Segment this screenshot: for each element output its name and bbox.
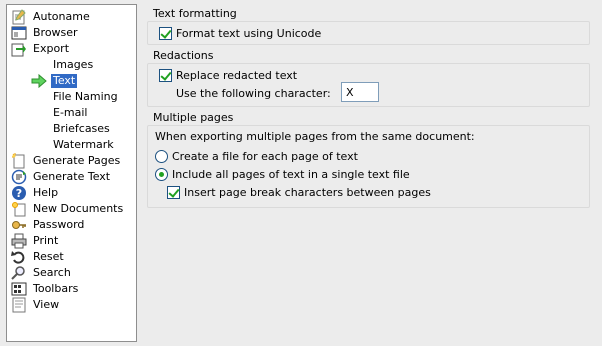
tree-item-briefcases[interactable]: Briefcases bbox=[51, 121, 112, 136]
file-per-page-label: Create a file for each page of text bbox=[172, 149, 358, 163]
search-icon bbox=[11, 265, 27, 281]
unicode-checkbox[interactable] bbox=[159, 26, 172, 40]
file-per-page-option[interactable]: Create a file for each page of text bbox=[155, 148, 358, 164]
options-tree: Autoname Browser Export Images Text File… bbox=[6, 4, 137, 342]
tree-item-images[interactable]: Images bbox=[51, 57, 95, 72]
character-label: Use the following character: bbox=[176, 86, 331, 100]
export-icon bbox=[11, 41, 27, 57]
unicode-label: Format text using Unicode bbox=[176, 26, 322, 40]
tree-item-browser[interactable]: Browser bbox=[11, 25, 80, 40]
tree-item-new-documents[interactable]: New Documents bbox=[11, 201, 125, 216]
tree-item-watermark[interactable]: Watermark bbox=[51, 137, 116, 152]
replace-redacted-option[interactable]: Replace redacted text bbox=[159, 67, 297, 83]
tree-item-view[interactable]: View bbox=[11, 297, 61, 312]
tree-item-autoname[interactable]: Autoname bbox=[11, 8, 92, 25]
svg-text:?: ? bbox=[16, 187, 22, 200]
arrow-right-icon bbox=[31, 73, 47, 89]
reset-icon bbox=[11, 249, 27, 265]
generate-text-icon bbox=[11, 169, 27, 185]
text-formatting-title: Text formatting bbox=[153, 7, 237, 20]
toolbars-icon bbox=[11, 281, 27, 297]
unicode-option[interactable]: Format text using Unicode bbox=[159, 25, 321, 41]
tree-item-password[interactable]: Password bbox=[11, 217, 86, 232]
new-documents-icon bbox=[11, 201, 27, 217]
single-file-label: Include all pages of text in a single te… bbox=[172, 167, 410, 181]
generate-pages-icon bbox=[11, 152, 27, 169]
browser-icon bbox=[11, 25, 27, 41]
tree-item-toolbars[interactable]: Toolbars bbox=[11, 281, 80, 296]
page-break-label: Insert page break characters between pag… bbox=[184, 185, 431, 199]
single-file-option[interactable]: Include all pages of text in a single te… bbox=[155, 166, 410, 182]
tree-item-generate-pages[interactable]: Generate Pages bbox=[11, 152, 122, 169]
multiple-pages-title: Multiple pages bbox=[153, 111, 234, 124]
printer-icon bbox=[11, 233, 27, 249]
redaction-character-input[interactable] bbox=[341, 82, 379, 102]
help-icon: ? bbox=[11, 185, 27, 201]
view-icon bbox=[11, 297, 27, 313]
page-break-option[interactable]: Insert page break characters between pag… bbox=[167, 184, 431, 200]
page-break-checkbox[interactable] bbox=[167, 185, 180, 199]
tree-item-file-naming[interactable]: File Naming bbox=[51, 89, 120, 104]
tree-item-email[interactable]: E-mail bbox=[51, 105, 90, 120]
multiple-pages-group: When exporting multiple pages from the s… bbox=[147, 125, 590, 208]
tree-item-print[interactable]: Print bbox=[11, 233, 60, 248]
replace-redacted-label: Replace redacted text bbox=[176, 68, 298, 82]
redactions-title: Redactions bbox=[153, 49, 214, 62]
redactions-group: Replace redacted text Use the following … bbox=[147, 63, 590, 107]
tree-item-help[interactable]: ? Help bbox=[11, 185, 60, 200]
tree-item-text[interactable]: Text bbox=[31, 73, 78, 89]
tree-item-export[interactable]: Export bbox=[11, 41, 71, 56]
single-file-radio[interactable] bbox=[155, 167, 168, 181]
tree-item-generate-text[interactable]: Generate Text bbox=[11, 169, 112, 184]
key-icon bbox=[11, 217, 27, 233]
autoname-icon bbox=[11, 8, 27, 25]
file-per-page-radio[interactable] bbox=[155, 149, 168, 163]
tree-item-search[interactable]: Search bbox=[11, 265, 73, 280]
replace-redacted-checkbox[interactable] bbox=[159, 68, 172, 82]
text-formatting-group: Format text using Unicode bbox=[147, 21, 590, 45]
multiple-pages-description: When exporting multiple pages from the s… bbox=[155, 129, 475, 143]
tree-item-reset[interactable]: Reset bbox=[11, 249, 66, 264]
